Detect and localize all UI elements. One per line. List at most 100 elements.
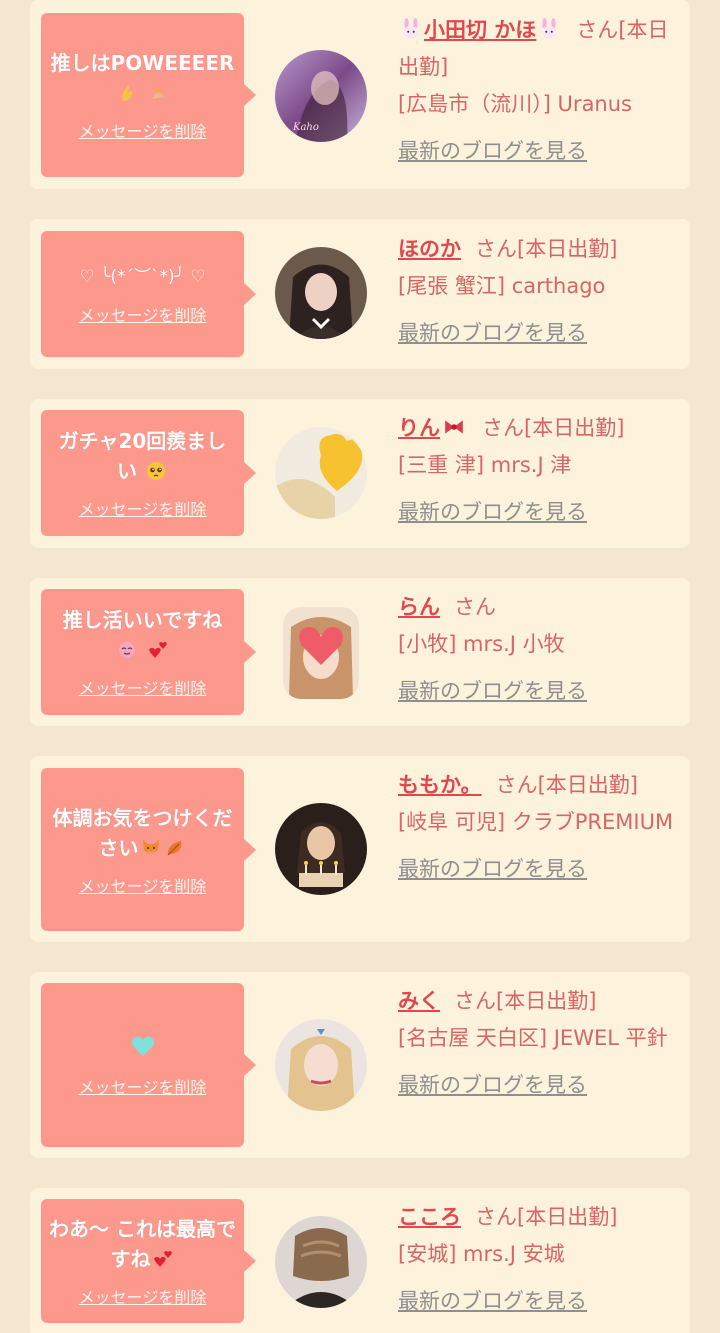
delete-message-link[interactable]: メッセージを削除 xyxy=(79,873,207,897)
shop-name: [岐阜 可児] クラブPREMIUM xyxy=(398,810,674,834)
avatar-photo: Kaho xyxy=(275,50,367,142)
cast-info: ももか。 さん[本日出勤] [岐阜 可児] クラブPREMIUM 最新のブログを見… xyxy=(398,767,683,888)
avatar[interactable]: Kaho xyxy=(275,50,367,142)
rabbit-face-emoji-icon xyxy=(542,18,556,39)
message-text-content: ガチャ20回羨ましい xyxy=(58,429,227,483)
message-card: ♡ ╰(*´︶`*)╯ ♡ メッセージを削除 ほのか さん[本日出勤] [尾張 蟹… xyxy=(30,219,690,369)
pleading-face-emoji-icon xyxy=(146,462,165,480)
favorite-messages-list: 推しはPOWEEEER メッセージを削除 Kaho 小田切 かほ さん[本日出勤]… xyxy=(0,0,720,1333)
honorific-label: さん xyxy=(495,773,538,797)
cast-name-link[interactable]: ほのか xyxy=(398,237,461,261)
cast-name-link[interactable]: こころ xyxy=(398,1205,461,1229)
avatar-photo xyxy=(275,427,367,519)
message-text-content: 推しはPOWEEEER xyxy=(50,51,235,75)
shop-name: [三重 津] mrs.J 津 xyxy=(398,453,572,477)
message-text: 体調お気をつけください xyxy=(49,803,236,863)
message-text: ♡ ╰(*´︶`*)╯ ♡ xyxy=(79,262,205,292)
svg-text:Kaho: Kaho xyxy=(292,122,319,133)
delete-message-link[interactable]: メッセージを削除 xyxy=(79,1284,207,1308)
delete-message-link[interactable]: メッセージを削除 xyxy=(79,675,207,699)
honorific-label: さん xyxy=(482,416,524,440)
cast-name-link[interactable]: みく xyxy=(398,989,440,1013)
message-card: 推しはPOWEEEER メッセージを削除 Kaho 小田切 かほ さん[本日出勤]… xyxy=(30,0,690,189)
delete-message-link[interactable]: メッセージを削除 xyxy=(79,118,207,142)
message-bubble: ♡ ╰(*´︶`*)╯ ♡ メッセージを削除 xyxy=(41,231,256,357)
latest-blog-link[interactable]: 最新のブログを見る xyxy=(398,133,587,170)
latest-blog-link[interactable]: 最新のブログを見る xyxy=(398,1067,587,1104)
delete-message-link[interactable]: メッセージを削除 xyxy=(79,1074,207,1098)
cast-name-link[interactable]: りん xyxy=(398,416,440,440)
cast-info: ほのか さん[本日出勤] [尾張 蟹江] carthago 最新のブログを見る xyxy=(398,231,683,352)
latest-blog-link[interactable]: 最新のブログを見る xyxy=(398,673,587,710)
message-bubble: 推しはPOWEEEER メッセージを削除 xyxy=(41,13,256,177)
honorific-label: さん xyxy=(576,18,619,42)
message-text-content: わあ〜 これは最高ですね xyxy=(49,1217,236,1271)
message-text-content: ♡ ╰(*´︶`*)╯ ♡ xyxy=(79,267,206,287)
cast-info: らん さん [小牧] mrs.J 小牧 最新のブログを見る xyxy=(398,589,683,710)
ribbon-emoji-icon xyxy=(445,420,463,434)
cast-info: こころ さん[本日出勤] [安城] mrs.J 安城 最新のブログを見る xyxy=(398,1199,683,1320)
cast-name-link[interactable]: ももか。 xyxy=(398,773,482,797)
latest-blog-link[interactable]: 最新のブログを見る xyxy=(398,1283,587,1320)
message-card: わあ〜 これは最高ですね メッセージを削除 こころ さん[本日出勤] [安城] m… xyxy=(30,1188,690,1333)
honorific-label: さん xyxy=(475,237,517,261)
delete-message-link[interactable]: メッセージを削除 xyxy=(79,302,207,326)
cast-info: りん さん[本日出勤] [三重 津] mrs.J 津 最新のブログを見る xyxy=(398,410,683,531)
avatar[interactable] xyxy=(275,803,367,895)
cast-info: 小田切 かほ さん[本日出勤] [広島市（流川）] Uranus 最新のブログを見… xyxy=(398,12,683,170)
message-text: 推し活いいですね xyxy=(63,605,222,665)
message-text: 推しはPOWEEEER xyxy=(50,48,235,108)
attendance-status: [本日出勤] xyxy=(496,989,597,1013)
avatar-photo xyxy=(275,1019,367,1111)
avatar[interactable] xyxy=(283,607,359,699)
message-card: ガチャ20回羨ましい メッセージを削除 りん さん[本日出勤] [三重 津] mr… xyxy=(30,399,690,548)
pinched-hand-emoji-icon xyxy=(122,85,133,101)
attendance-status: [本日出勤] xyxy=(517,237,618,261)
message-card: メッセージを削除 みく さん[本日出勤] [名古屋 天白区] JEWEL 平針 最… xyxy=(30,972,690,1158)
avatar-photo xyxy=(283,607,359,699)
avatar[interactable] xyxy=(275,1216,367,1308)
cast-name-link[interactable]: 小田切 かほ xyxy=(424,18,536,42)
two-hearts-emoji-icon xyxy=(153,1251,172,1267)
avatar-photo xyxy=(275,1216,367,1308)
message-bubble: わあ〜 これは最高ですね メッセージを削除 xyxy=(41,1199,256,1323)
avatar-photo xyxy=(275,247,367,339)
latest-blog-link[interactable]: 最新のブログを見る xyxy=(398,851,587,888)
cast-name-link[interactable]: らん xyxy=(398,595,440,619)
message-bubble: ガチャ20回羨ましい メッセージを削除 xyxy=(41,410,256,536)
latest-blog-link[interactable]: 最新のブログを見る xyxy=(398,315,587,352)
message-card: 体調お気をつけください メッセージを削除 ももか。 さん[本日出勤] [岐阜 可児… xyxy=(30,756,690,942)
sparkle-hands-emoji-icon xyxy=(151,86,164,99)
shop-name: [小牧] mrs.J 小牧 xyxy=(398,632,565,656)
honorific-label: さん xyxy=(454,595,496,619)
light-blue-heart-emoji-icon xyxy=(131,1036,154,1056)
attendance-status: [本日出勤] xyxy=(517,1205,618,1229)
message-bubble: 推し活いいですね メッセージを削除 xyxy=(41,589,256,715)
rabbit-face-emoji-icon xyxy=(404,18,418,39)
message-text-content: 推し活いいですね xyxy=(62,608,223,632)
message-bubble: 体調お気をつけください メッセージを削除 xyxy=(41,768,256,931)
shop-name: [安城] mrs.J 安城 xyxy=(398,1242,565,1266)
message-text xyxy=(128,1033,158,1064)
shop-name: [広島市（流川）] Uranus xyxy=(398,92,632,116)
cast-info: みく さん[本日出勤] [名古屋 天白区] JEWEL 平針 最新のブログを見る xyxy=(398,983,683,1104)
smiling-face-emoji-icon xyxy=(119,642,136,658)
avatar[interactable] xyxy=(275,1019,367,1111)
honorific-label: さん xyxy=(454,989,496,1013)
attendance-status: [本日出勤] xyxy=(537,773,638,797)
delete-message-link[interactable]: メッセージを削除 xyxy=(79,496,207,520)
avatar[interactable] xyxy=(275,427,367,519)
shop-name: [名古屋 天白区] JEWEL 平針 xyxy=(398,1026,668,1050)
message-bubble: メッセージを削除 xyxy=(41,983,256,1147)
message-text: わあ〜 これは最高ですね xyxy=(49,1214,236,1274)
latest-blog-link[interactable]: 最新のブログを見る xyxy=(398,494,587,531)
shop-name: [尾張 蟹江] carthago xyxy=(398,274,606,298)
message-card: 推し活いいですね メッセージを削除 らん さん [小牧] mrs.J 小牧 最新の… xyxy=(30,578,690,726)
avatar[interactable] xyxy=(275,247,367,339)
honorific-label: さん xyxy=(475,1205,517,1229)
two-hearts-emoji-icon xyxy=(149,642,167,658)
avatar-photo xyxy=(275,803,367,895)
fox-face-emoji-icon xyxy=(142,839,159,853)
fallen-leaf-emoji-icon xyxy=(167,840,181,855)
attendance-status: [本日出勤] xyxy=(524,416,625,440)
